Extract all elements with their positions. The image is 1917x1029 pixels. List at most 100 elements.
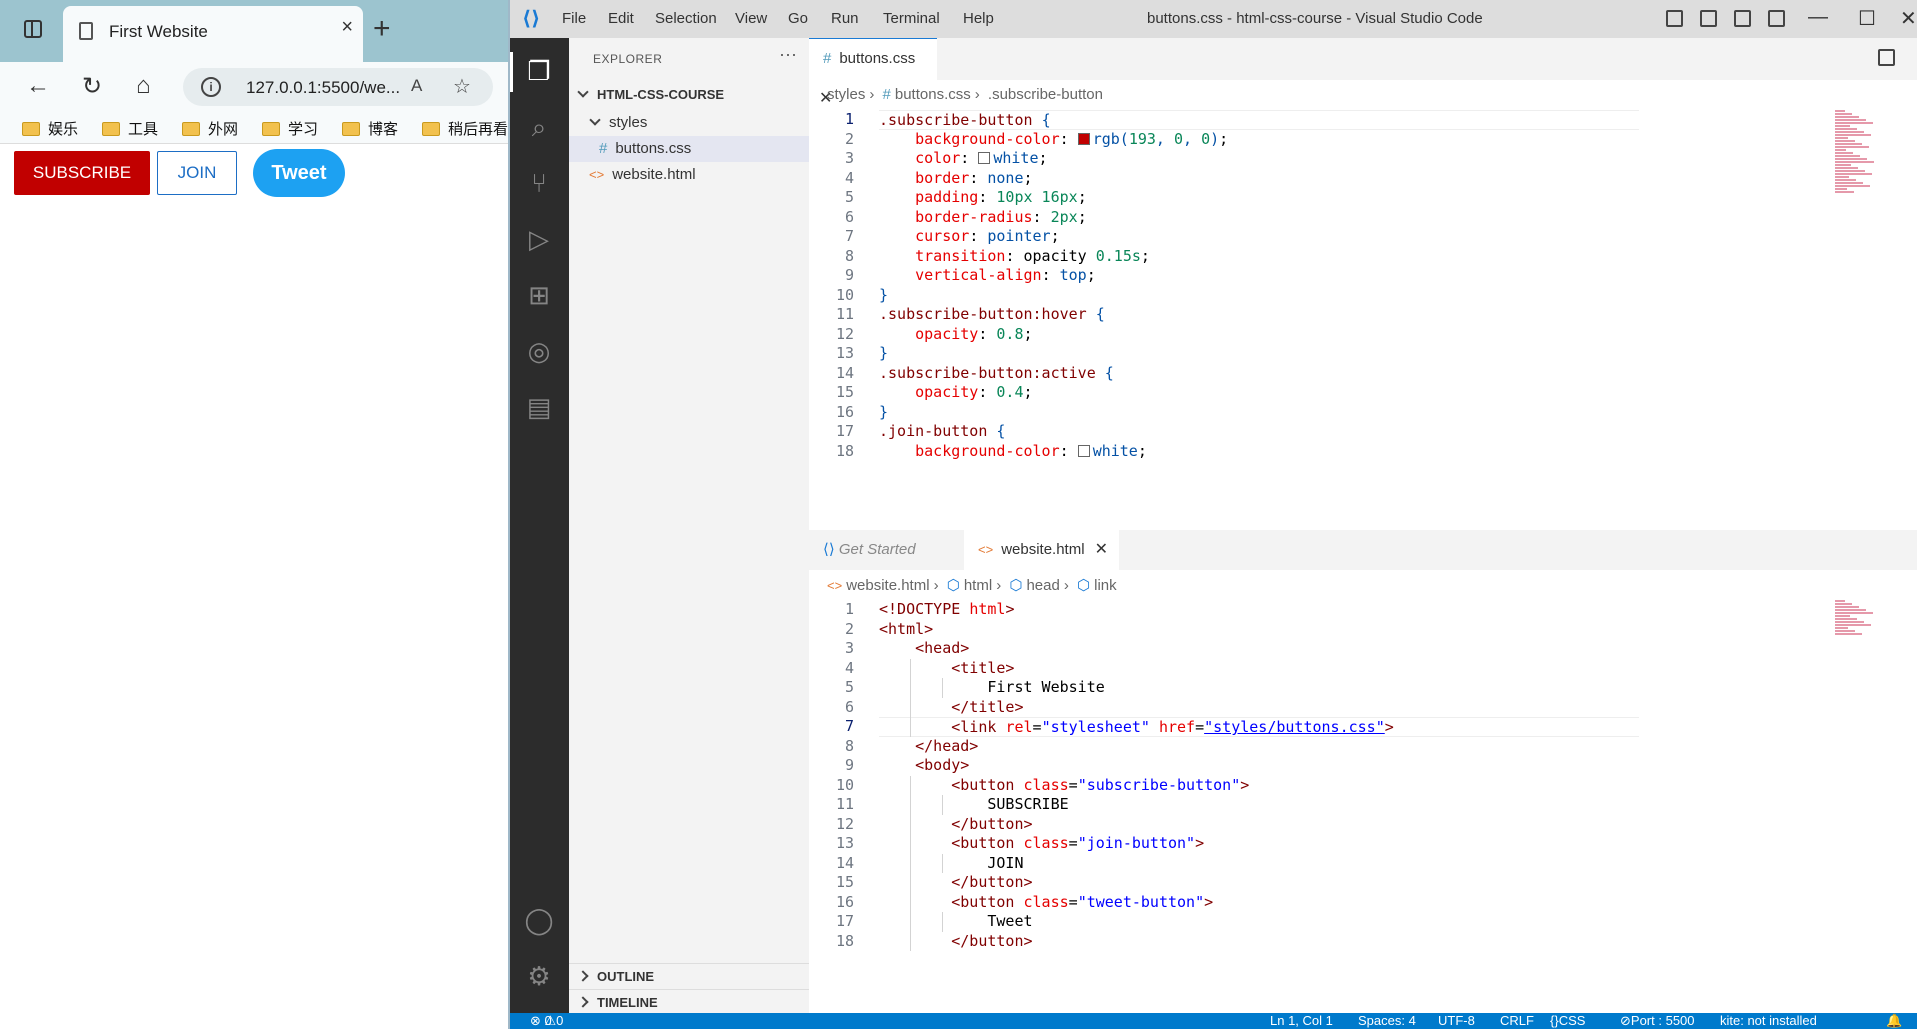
breadcrumb-item[interactable]: link	[1094, 577, 1117, 594]
code-line[interactable]: cursor: pointer;	[879, 227, 1060, 247]
code-line[interactable]: }	[879, 286, 888, 306]
source-control-icon[interactable]: ⑂	[522, 166, 556, 200]
url-text[interactable]: 127.0.0.1:5500/we...	[246, 78, 400, 98]
bookmark-folder[interactable]: 博客	[342, 118, 398, 139]
breadcrumb-item[interactable]: styles	[827, 86, 865, 103]
line-number[interactable]: 17	[809, 422, 854, 442]
split-editor-icon[interactable]	[1878, 49, 1895, 66]
code-line[interactable]: color: white;	[879, 149, 1047, 169]
code-line[interactable]: padding: 10px 16px;	[879, 188, 1087, 208]
color-swatch[interactable]	[1077, 444, 1090, 457]
notebook-icon[interactable]: ▤	[522, 390, 556, 424]
search-icon[interactable]: ⌕	[522, 110, 556, 144]
line-number[interactable]: 17	[809, 912, 854, 932]
line-number[interactable]: 16	[809, 893, 854, 913]
language-mode[interactable]: {} CSS	[1550, 1013, 1585, 1029]
bookmark-folder[interactable]: 稍后再看	[422, 118, 508, 139]
code-line[interactable]: </button>	[879, 873, 1032, 893]
bookmark-folder[interactable]: 工具	[102, 118, 158, 139]
code-line[interactable]: }	[879, 344, 888, 364]
code-line[interactable]: <button class="join-button">	[879, 834, 1204, 854]
workspace-root[interactable]: HTML-CSS-COURSE	[569, 82, 809, 108]
close-tab-icon[interactable]: ×	[341, 16, 353, 39]
line-number[interactable]: 8	[809, 247, 854, 267]
code-line[interactable]: .join-button {	[879, 422, 1005, 442]
file-website-html[interactable]: <> website.html	[569, 162, 809, 188]
menu-view[interactable]: View	[735, 10, 767, 27]
line-number[interactable]: 13	[809, 344, 854, 364]
line-number[interactable]: 10	[809, 286, 854, 306]
refresh-icon[interactable]: ↻	[82, 72, 102, 101]
toggle-secondary-sidebar-icon[interactable]	[1734, 10, 1751, 27]
code-line[interactable]: </title>	[879, 698, 1023, 718]
minimap-top[interactable]	[1835, 110, 1879, 194]
favorite-star-icon[interactable]: ☆	[453, 74, 471, 99]
line-number[interactable]: 7	[809, 227, 854, 247]
more-actions-icon[interactable]: ···	[779, 44, 797, 65]
toggle-panel-icon[interactable]	[1700, 10, 1717, 27]
bookmark-folder[interactable]: 学习	[262, 118, 318, 139]
line-number[interactable]: 9	[809, 756, 854, 776]
line-number[interactable]: 1	[809, 600, 854, 620]
minimize-icon[interactable]: —	[1808, 6, 1828, 29]
line-number[interactable]: 18	[809, 932, 854, 952]
timeline-section[interactable]: TIMELINE	[569, 989, 809, 1015]
tweet-button[interactable]: Tweet	[253, 149, 345, 197]
code-line[interactable]: </button>	[879, 815, 1032, 835]
code-line[interactable]: background-color: rgb(193, 0, 0);	[879, 130, 1228, 150]
run-debug-icon[interactable]: ▷	[522, 222, 556, 256]
notifications-icon[interactable]: 🔔	[1886, 1013, 1902, 1029]
code-line[interactable]: <body>	[879, 756, 969, 776]
code-line[interactable]: First Website	[879, 678, 1104, 698]
menu-run[interactable]: Run	[831, 10, 859, 27]
indentation[interactable]: Spaces: 4	[1358, 1013, 1416, 1029]
line-number[interactable]: 4	[809, 659, 854, 679]
line-number[interactable]: 18	[809, 442, 854, 462]
code-line[interactable]: .subscribe-button {	[879, 110, 1639, 130]
customize-layout-icon[interactable]	[1768, 10, 1785, 27]
tab-buttons-css[interactable]: # buttons.css ✕	[809, 38, 937, 107]
bookmark-folder[interactable]: 外网	[182, 118, 238, 139]
code-line[interactable]: <!DOCTYPE html>	[879, 600, 1014, 620]
maximize-icon[interactable]: ☐	[1858, 6, 1876, 31]
line-number[interactable]: 2	[809, 620, 854, 640]
line-number[interactable]: 13	[809, 834, 854, 854]
line-number[interactable]: 6	[809, 698, 854, 718]
code-line[interactable]: opacity: 0.4;	[879, 383, 1032, 403]
color-swatch[interactable]	[978, 152, 991, 164]
breadcrumb-item[interactable]: .subscribe-button	[988, 86, 1103, 103]
close-tab-icon[interactable]: ✕	[1095, 541, 1108, 558]
code-line[interactable]: border: none;	[879, 169, 1032, 189]
line-number[interactable]: 14	[809, 854, 854, 874]
code-line[interactable]: .subscribe-button:hover {	[879, 305, 1105, 325]
read-aloud-icon[interactable]: A	[411, 76, 422, 96]
line-number[interactable]: 12	[809, 325, 854, 345]
menu-selection[interactable]: Selection	[655, 10, 717, 27]
code-line[interactable]: }	[879, 403, 888, 423]
line-number[interactable]: 15	[809, 873, 854, 893]
code-line[interactable]: <html>	[879, 620, 933, 640]
line-number[interactable]: 3	[809, 149, 854, 169]
tab-get-started[interactable]: ⟨⟩ Get Started	[809, 530, 964, 570]
toggle-sidebar-icon[interactable]	[1666, 10, 1683, 27]
breadcrumb-item[interactable]: html	[964, 577, 992, 594]
line-number[interactable]: 9	[809, 266, 854, 286]
code-line[interactable]: opacity: 0.8;	[879, 325, 1032, 345]
bookmark-folder[interactable]: 娱乐	[22, 118, 78, 139]
line-number[interactable]: 4	[809, 169, 854, 189]
menu-help[interactable]: Help	[963, 10, 994, 27]
code-line[interactable]: background-color: white;	[879, 442, 1147, 462]
code-line[interactable]: JOIN	[879, 854, 1023, 874]
code-line[interactable]: <link rel="stylesheet" href="styles/butt…	[879, 717, 1639, 737]
address-bar[interactable]: i 127.0.0.1:5500/we... A ☆	[183, 68, 493, 106]
line-number[interactable]: 1	[809, 110, 854, 130]
code-line[interactable]: <button class="subscribe-button">	[879, 776, 1249, 796]
line-number[interactable]: 12	[809, 815, 854, 835]
code-line[interactable]: <head>	[879, 639, 969, 659]
folder-styles[interactable]: styles	[569, 110, 809, 136]
code-line[interactable]: <button class="tweet-button">	[879, 893, 1213, 913]
code-line[interactable]: .subscribe-button:active {	[879, 364, 1114, 384]
explorer-icon[interactable]: ❐	[522, 54, 556, 88]
file-buttons-css[interactable]: # buttons.css	[569, 136, 809, 162]
new-tab-icon[interactable]: +	[373, 12, 391, 46]
